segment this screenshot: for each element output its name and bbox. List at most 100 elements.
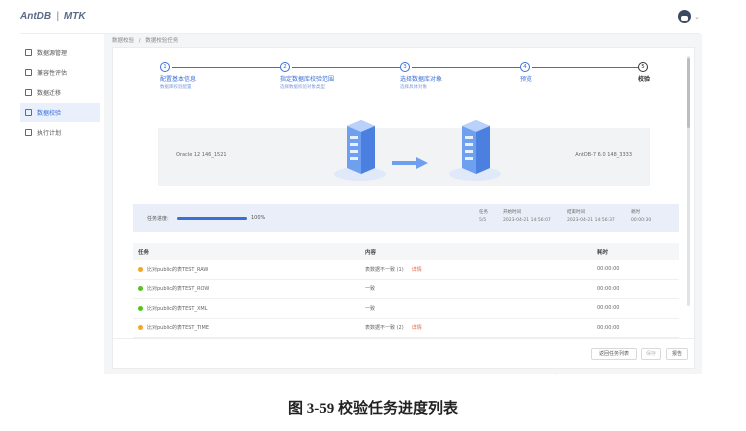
calendar-icon bbox=[25, 129, 32, 136]
chevron-down-icon[interactable]: ⌄ bbox=[694, 13, 700, 21]
content-cell: 一致 bbox=[365, 285, 597, 292]
table-row: 比对public的表TEST_ROW 一致 00:00:00 bbox=[133, 280, 679, 299]
step-3: 3 选择数据库对象 选择具体对象 bbox=[400, 62, 442, 90]
sidebar-item-verify[interactable]: 数据校验 bbox=[20, 103, 100, 122]
progress-bar-fill bbox=[177, 217, 247, 220]
stat-tasks: 任务 5/5 bbox=[479, 209, 488, 225]
breadcrumb-separator: / bbox=[138, 38, 141, 44]
breadcrumb: 数据校验 / 数据校验任务 bbox=[112, 36, 178, 46]
sidebar-item-label: 兼容性评估 bbox=[37, 70, 68, 77]
status-dot bbox=[138, 266, 143, 272]
step-label: 选择数据库对象 bbox=[400, 76, 443, 83]
duration-cell: 00:00:00 bbox=[597, 305, 620, 312]
user-menu[interactable]: ⌄ bbox=[678, 10, 700, 23]
stat-value: 00:00:30 bbox=[631, 218, 652, 223]
step-sublabel: 选择数据校验对象类型 bbox=[280, 85, 325, 90]
status-dot bbox=[138, 305, 143, 311]
source-server-icon bbox=[334, 120, 386, 181]
step-5: 5 校验 bbox=[638, 62, 650, 83]
content-text: 一致 bbox=[365, 286, 376, 293]
table-row: 比对public的表TEST_XML 一致 00:00:00 bbox=[133, 299, 679, 319]
progress-summary: 任务进度: 100% 任务 5/5 开始时间 2023-04-21 14:56:… bbox=[133, 204, 679, 232]
task-name: 比对public的表TEST_TIME bbox=[147, 325, 209, 332]
task-cell: 比对public的表TEST_XML bbox=[133, 305, 365, 312]
sidebar-item-datasource[interactable]: 数据源管理 bbox=[20, 43, 100, 62]
table-row: 比对public的表TEST_TIME 表数据不一致 (2) 详情 00:00:0… bbox=[133, 319, 679, 338]
vertical-scrollbar[interactable] bbox=[687, 56, 690, 306]
main-content: 数据校验 / 数据校验任务 1 配置基本信息 数据库校验配置 2 指定数据库校验… bbox=[104, 34, 702, 374]
sidebar-item-label: 数据迁移 bbox=[37, 90, 62, 97]
step-sublabel: 数据库校验配置 bbox=[160, 85, 192, 90]
sidebar-item-label: 数据校验 bbox=[37, 110, 62, 117]
sidebar-item-label: 数据源管理 bbox=[37, 50, 68, 57]
scrollbar-thumb[interactable] bbox=[687, 58, 690, 128]
content-text: 表数据不一致 (1) bbox=[365, 266, 404, 273]
target-db-label: AntDB-7 6.0 148_3333 bbox=[575, 152, 632, 158]
breadcrumb-parent[interactable]: 数据校验 bbox=[112, 38, 134, 44]
table-header: 任务 内容 耗时 bbox=[133, 243, 679, 260]
task-name: 比对public的表TEST_RAW bbox=[147, 266, 209, 273]
screenshot-root: ien AntDB | MTK ⌄ 数据源管理 兼容性评估 数据迁移 数据校验 bbox=[0, 0, 746, 431]
report-button[interactable]: 报告 bbox=[666, 348, 688, 360]
stat-value: 2023-04-21 14:56:37 bbox=[567, 218, 615, 223]
logo-mtk: MTK bbox=[63, 11, 86, 22]
step-label: 指定数据库校验范围 bbox=[280, 76, 335, 83]
database-icon bbox=[25, 49, 32, 56]
task-panel: 1 配置基本信息 数据库校验配置 2 指定数据库校验范围 选择数据校验对象类型 … bbox=[112, 47, 696, 369]
stat-label: 耗时 bbox=[631, 210, 640, 215]
panel-footer: 返回任务列表 保存 报告 bbox=[113, 338, 696, 368]
save-button[interactable]: 保存 bbox=[641, 348, 661, 360]
sidebar-item-assessment[interactable]: 兼容性评估 bbox=[20, 63, 100, 82]
step-label: 配置基本信息 bbox=[160, 76, 197, 83]
task-table: 任务 内容 耗时 比对public的表TEST_RAW 表数据不一致 (1) 详情… bbox=[133, 243, 679, 338]
step-number: 5 bbox=[638, 62, 648, 72]
stat-start-time: 开始时间 2023-04-21 14:56:07 bbox=[503, 209, 551, 225]
stat-value: 5/5 bbox=[479, 218, 487, 223]
duration-cell: 00:00:00 bbox=[597, 324, 620, 331]
column-header-duration: 耗时 bbox=[597, 249, 609, 256]
sidebar-item-label: 执行计划 bbox=[37, 130, 62, 137]
content-cell: 表数据不一致 (2) 详情 bbox=[365, 324, 597, 331]
task-cell: 比对public的表TEST_TIME bbox=[133, 324, 365, 331]
app-logo[interactable]: AntDB | MTK bbox=[20, 11, 86, 22]
source-db-label: Oracle 12 146_1521 bbox=[176, 152, 227, 158]
logo-antdb: AntDB bbox=[20, 11, 52, 22]
step-number: 4 bbox=[520, 62, 530, 72]
content-cell: 一致 bbox=[365, 305, 597, 312]
column-header-content: 内容 bbox=[365, 249, 377, 256]
sidebar-item-schedule[interactable]: 执行计划 bbox=[20, 123, 100, 142]
detail-link[interactable]: 详情 bbox=[412, 324, 422, 331]
task-cell: 比对public的表TEST_ROW bbox=[133, 285, 365, 292]
task-name: 比对public的表TEST_XML bbox=[147, 305, 208, 312]
column-header-task: 任务 bbox=[138, 249, 150, 256]
content-text: 一致 bbox=[365, 305, 376, 312]
progress-label: 任务进度: bbox=[147, 216, 169, 222]
step-1: 1 配置基本信息 数据库校验配置 bbox=[160, 62, 196, 90]
step-2: 2 指定数据库校验范围 选择数据校验对象类型 bbox=[280, 62, 334, 90]
stat-end-time: 结束时间 2023-04-21 14:56:37 bbox=[567, 209, 615, 225]
step-number: 1 bbox=[160, 62, 170, 72]
task-name: 比对public的表TEST_ROW bbox=[147, 286, 210, 293]
stat-duration: 耗时 00:00:30 bbox=[631, 209, 651, 225]
breadcrumb-current: 数据校验任务 bbox=[145, 38, 179, 44]
sidebar-item-migration[interactable]: 数据迁移 bbox=[20, 83, 100, 102]
transfer-arrow-icon bbox=[392, 157, 428, 169]
detail-link[interactable]: 详情 bbox=[412, 266, 422, 273]
status-dot bbox=[138, 286, 143, 292]
folder-icon bbox=[25, 89, 32, 96]
step-number: 2 bbox=[280, 62, 290, 72]
stat-label: 结束时间 bbox=[567, 210, 585, 215]
step-connector bbox=[532, 67, 640, 68]
back-to-list-button[interactable]: 返回任务列表 bbox=[591, 348, 637, 360]
top-bar: AntDB | MTK ⌄ bbox=[20, 0, 700, 34]
step-label: 预览 bbox=[520, 76, 533, 83]
status-dot bbox=[138, 325, 143, 331]
verify-icon bbox=[25, 109, 32, 116]
avatar[interactable] bbox=[678, 10, 692, 23]
target-server-icon bbox=[449, 120, 501, 181]
task-cell: 比对public的表TEST_RAW bbox=[133, 266, 365, 273]
logo-separator: | bbox=[56, 11, 59, 22]
progress-bar bbox=[177, 217, 247, 220]
step-label: 校验 bbox=[638, 76, 651, 83]
sidebar: 数据源管理 兼容性评估 数据迁移 数据校验 执行计划 bbox=[20, 34, 100, 374]
